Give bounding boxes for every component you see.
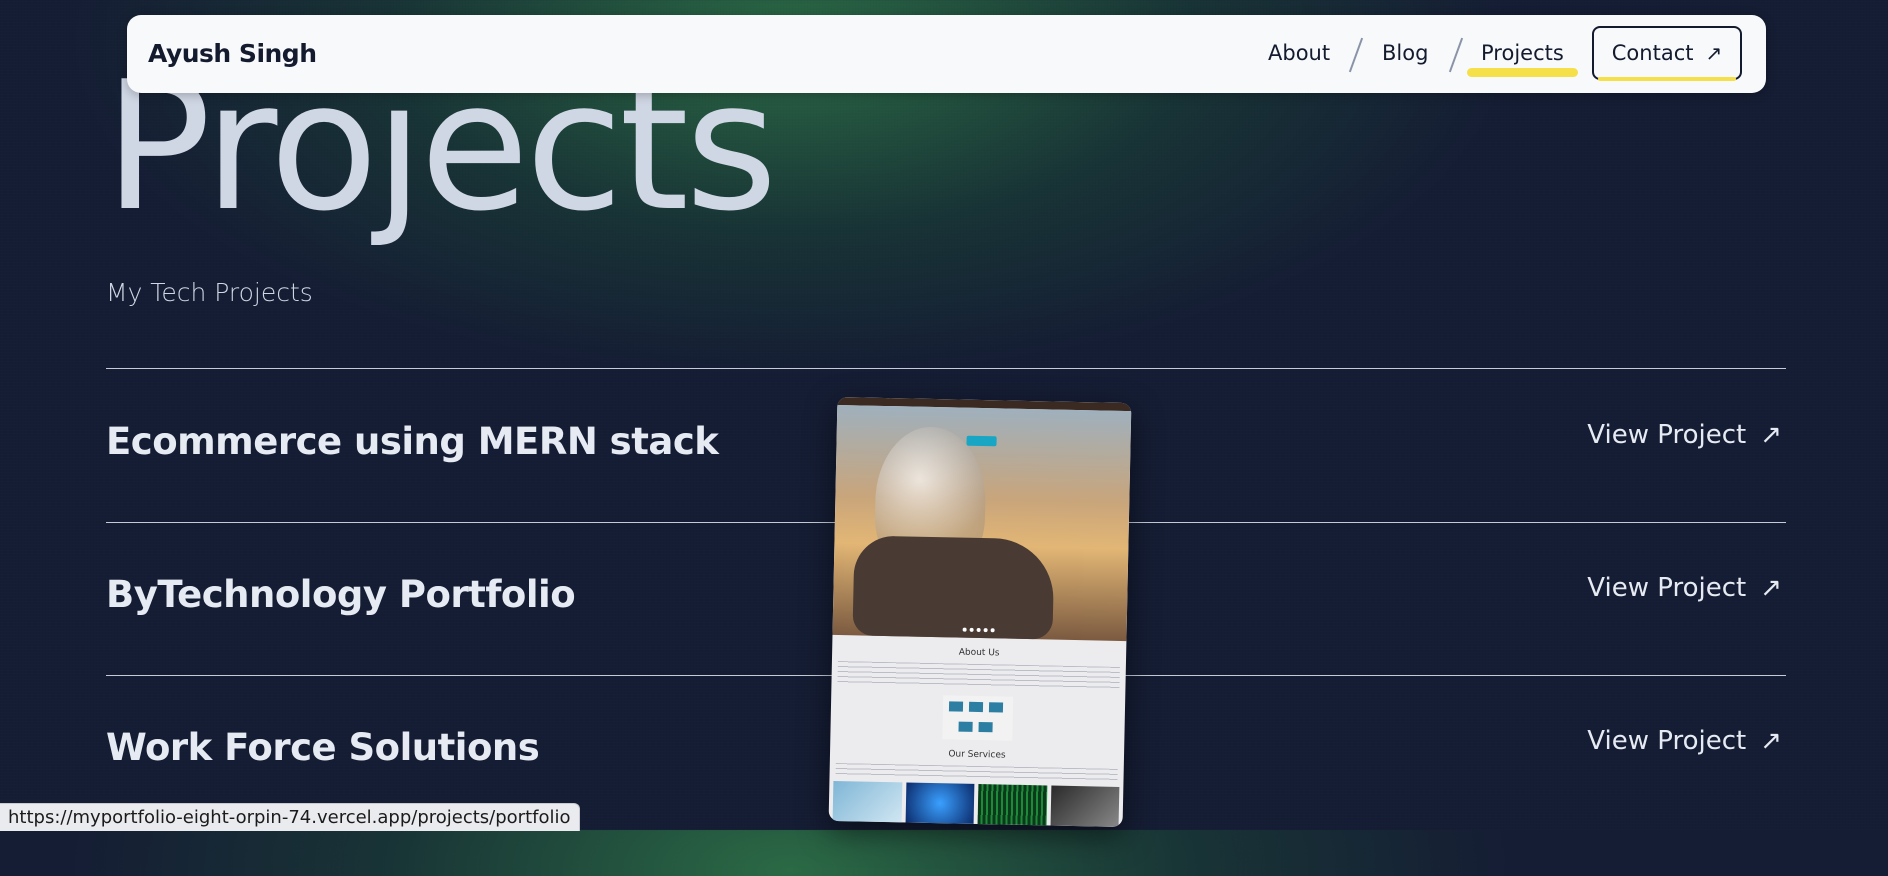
preview-about-heading: About Us (958, 647, 1000, 659)
brand-logo[interactable]: Ayush Singh (148, 39, 317, 68)
active-underline (1467, 68, 1578, 77)
contact-label: Contact (1611, 41, 1694, 65)
hand-image (852, 535, 1055, 640)
nav-separator (1448, 37, 1464, 73)
view-project-label: View Project (1587, 573, 1747, 603)
nav-about[interactable]: About (1268, 41, 1330, 65)
service-thumbnail (905, 782, 975, 824)
view-project-link[interactable]: View Project ↗ (1587, 420, 1782, 450)
view-project-link[interactable]: View Project ↗ (1587, 726, 1782, 756)
service-thumbnail (977, 784, 1047, 826)
preview-text-block (835, 763, 1118, 783)
nav-blog[interactable]: Blog (1382, 41, 1428, 65)
project-title[interactable]: ByTechnology Portfolio (106, 573, 576, 616)
view-project-label: View Project (1587, 726, 1747, 756)
contact-button[interactable]: Contact ↗ (1592, 26, 1742, 81)
service-thumbnail (832, 780, 902, 823)
arrow-up-right-icon: ↗ (1760, 420, 1782, 450)
project-title[interactable]: Ecommerce using MERN stack (106, 420, 719, 463)
network-diagram-image (942, 695, 1014, 741)
arrow-up-right-icon: ↗ (1705, 41, 1723, 65)
preview-hero-button (966, 435, 997, 447)
divider (106, 368, 1786, 369)
view-project-label: View Project (1587, 420, 1747, 450)
navbar: Ayush Singh About Blog Projects Contact … (127, 15, 1766, 93)
nav-separator (1348, 37, 1364, 73)
preview-hero-image (832, 404, 1132, 642)
link-status-bar: https://myportfolio-eight-orpin-74.verce… (0, 803, 580, 831)
view-project-link[interactable]: View Project ↗ (1587, 573, 1782, 603)
nav-projects[interactable]: Projects (1467, 41, 1578, 77)
arrow-up-right-icon: ↗ (1760, 573, 1782, 603)
nav-projects-label: Projects (1481, 41, 1564, 65)
preview-service-thumbnails (832, 780, 1120, 827)
preview-text-block (837, 661, 1120, 689)
carousel-dots (962, 627, 995, 633)
project-preview-card: About Us Our Services (828, 396, 1132, 828)
page-subtitle: My Tech Projects (106, 278, 313, 307)
service-thumbnail (1050, 785, 1120, 827)
preview-services-heading: Our Services (948, 749, 1006, 761)
arrow-up-right-icon: ↗ (1760, 726, 1782, 756)
project-title[interactable]: Work Force Solutions (106, 726, 540, 769)
